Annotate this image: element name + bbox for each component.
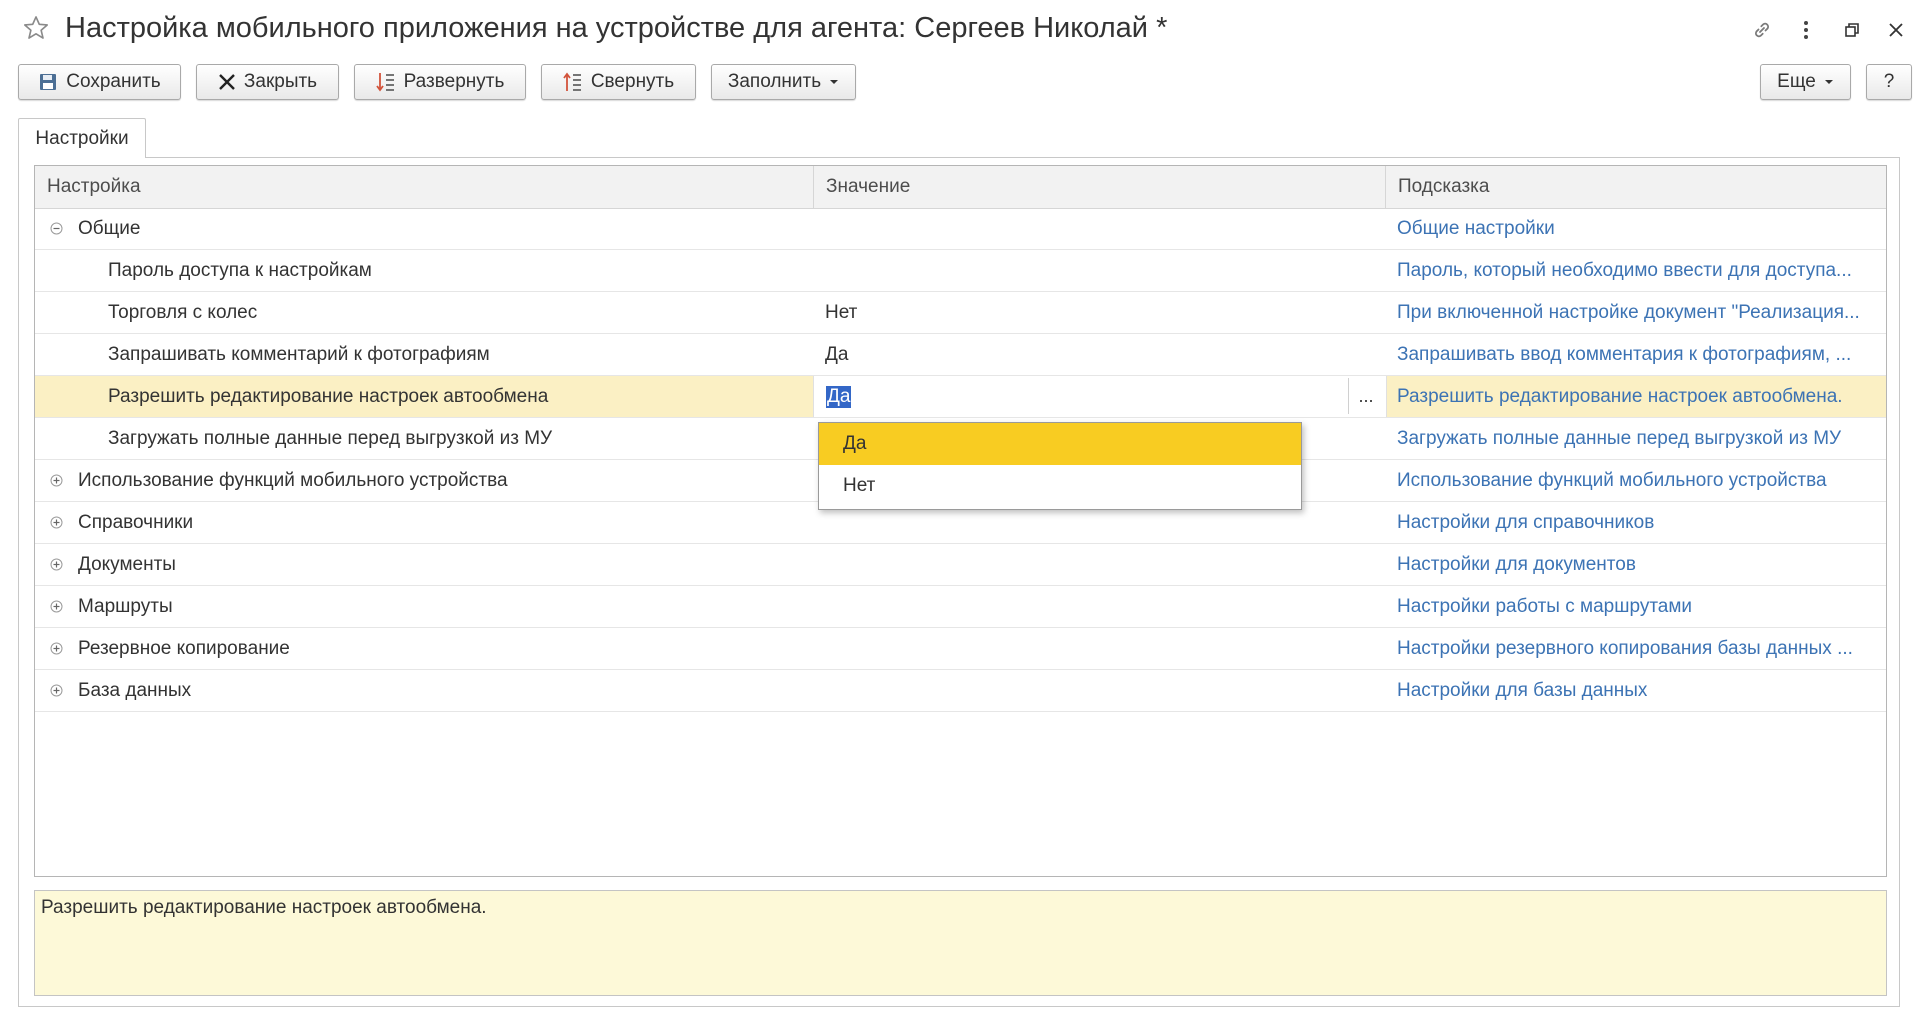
setting-hint-cell: Настройки резервного копирования базы да…	[1397, 637, 1853, 659]
fill-button-label: Заполнить	[727, 71, 822, 92]
dropdown-arrow-icon	[1824, 80, 1833, 84]
window-title: Настройка мобильного приложения на устро…	[65, 12, 1168, 44]
setting-value-cell[interactable]: Да	[825, 334, 1375, 375]
collapse-group-icon[interactable]	[50, 222, 63, 235]
restore-window-icon[interactable]	[1838, 16, 1866, 44]
save-icon	[40, 74, 57, 90]
setting-hint-cell: Использование функций мобильного устройс…	[1397, 469, 1827, 491]
setting-name-cell: Запрашивать комментарий к фотографиям	[108, 343, 490, 365]
expand-group-icon[interactable]	[50, 516, 63, 529]
setting-hint-cell: Настройки для документов	[1397, 553, 1636, 575]
setting-hint-cell: Настройки для справочников	[1397, 511, 1655, 533]
help-button-label: ?	[1883, 71, 1895, 92]
tab-settings[interactable]: Настройки	[18, 118, 146, 158]
setting-value-cell[interactable]	[825, 586, 1375, 627]
setting-hint-cell: Общие настройки	[1397, 217, 1555, 239]
setting-hint-cell: При включенной настройке документ "Реали…	[1397, 301, 1860, 323]
help-button[interactable]: ?	[1866, 64, 1912, 100]
table-header: Настройка Значение Подсказка	[35, 166, 1886, 209]
setting-name-cell: База данных	[78, 679, 192, 701]
save-button[interactable]: Сохранить	[18, 64, 181, 100]
expand-group-icon[interactable]	[50, 600, 63, 613]
table-row[interactable]: Запрашивать комментарий к фотографиям Да З…	[35, 334, 1886, 376]
expand-group-icon[interactable]	[50, 642, 63, 655]
value-input-field[interactable]: Да	[813, 376, 1387, 417]
hint-text-area: Разрешить редактирование настроек автооб…	[34, 890, 1887, 996]
expand-group-icon[interactable]	[50, 684, 63, 697]
setting-hint-cell: Пароль, который необходимо ввести для до…	[1397, 259, 1852, 281]
table-row[interactable]: Торговля с колес Нет При включенной настро…	[35, 292, 1886, 334]
setting-name-cell: Резервное копирование	[78, 637, 290, 659]
choice-option-no[interactable]: Нет	[819, 465, 1301, 507]
setting-name-cell: Торговля с колес	[108, 301, 258, 323]
title-bar: Настройка мобильного приложения на устро…	[0, 0, 1920, 64]
table-row[interactable]: Документы Настройки для документов	[35, 544, 1886, 586]
choice-button[interactable]: ...	[1348, 378, 1383, 414]
setting-name-cell: Пароль доступа к настройкам	[108, 259, 372, 281]
settings-table[interactable]: Настройка Значение Подсказка Общие Общие …	[34, 165, 1887, 877]
setting-value-cell[interactable]	[825, 544, 1375, 585]
setting-hint-cell: Разрешить редактирование настроек автооб…	[1397, 385, 1843, 407]
value-choice-list: Да Нет	[818, 422, 1302, 510]
setting-name-cell: Маршруты	[78, 595, 173, 617]
setting-value-cell[interactable]	[825, 250, 1375, 291]
setting-hint-cell: Настройки работы с маршрутами	[1397, 595, 1693, 617]
command-bar: Сохранить Закрыть Развернуть Свернуть За…	[0, 64, 1920, 106]
collapse-tree-icon	[563, 72, 581, 91]
close-icon	[219, 74, 235, 90]
expand-tree-icon	[375, 73, 394, 92]
fill-dropdown-button[interactable]: Заполнить	[711, 64, 856, 100]
table-row[interactable]: Общие Общие настройки	[35, 208, 1886, 250]
close-button-label: Закрыть	[243, 71, 318, 92]
table-row[interactable]: Резервное копирование Настройки резервног…	[35, 628, 1886, 670]
setting-value-cell[interactable]: Нет	[825, 292, 1375, 333]
link-icon[interactable]	[1748, 16, 1776, 44]
expand-group-icon[interactable]	[50, 558, 63, 571]
setting-name-cell: Загружать полные данные перед выгрузкой …	[108, 427, 553, 449]
setting-value-cell[interactable]	[825, 670, 1375, 711]
save-button-label: Сохранить	[66, 71, 161, 92]
setting-name-cell: Использование функций мобильного устройс…	[78, 469, 508, 491]
more-button-label: Еще	[1777, 71, 1816, 92]
setting-hint-cell: Настройки для базы данных	[1397, 679, 1648, 701]
table-row[interactable]: База данных Настройки для базы данных	[35, 670, 1886, 712]
close-button[interactable]: Закрыть	[196, 64, 339, 100]
dropdown-arrow-icon	[830, 80, 839, 84]
setting-name-cell: Общие	[78, 217, 141, 239]
setting-name-cell: Разрешить редактирование настроек автооб…	[108, 385, 549, 407]
table-row[interactable]: Разрешить редактирование настроек автооб…	[35, 376, 1886, 418]
setting-hint-cell: Загружать полные данные перед выгрузкой …	[1397, 427, 1842, 449]
setting-value-cell[interactable]	[825, 208, 1375, 249]
collapse-button[interactable]: Свернуть	[541, 64, 696, 100]
column-header-value[interactable]: Значение	[813, 166, 1385, 208]
expand-button[interactable]: Развернуть	[354, 64, 526, 100]
table-row[interactable]: Пароль доступа к настройкам Пароль, котор…	[35, 250, 1886, 292]
setting-value-cell[interactable]	[825, 628, 1375, 669]
favorite-star-icon[interactable]	[22, 14, 52, 44]
more-dropdown-button[interactable]: Еще	[1760, 64, 1851, 100]
setting-name-cell: Справочники	[78, 511, 194, 533]
choice-option-yes[interactable]: Да	[819, 423, 1301, 465]
setting-hint-cell: Запрашивать ввод комментария к фотографи…	[1397, 343, 1852, 365]
close-window-icon[interactable]	[1882, 16, 1910, 44]
selected-value-text: Да	[826, 385, 852, 408]
collapse-button-label: Свернуть	[590, 71, 675, 92]
value-input-text: Да	[826, 376, 852, 417]
expand-group-icon[interactable]	[50, 474, 63, 487]
column-header-setting[interactable]: Настройка	[35, 166, 813, 208]
setting-name-cell: Документы	[78, 553, 176, 575]
expand-button-label: Развернуть	[403, 71, 505, 92]
table-row[interactable]: Маршруты Настройки работы с маршрутами	[35, 586, 1886, 628]
more-vertical-icon[interactable]	[1792, 16, 1820, 44]
column-header-hint[interactable]: Подсказка	[1385, 166, 1886, 208]
